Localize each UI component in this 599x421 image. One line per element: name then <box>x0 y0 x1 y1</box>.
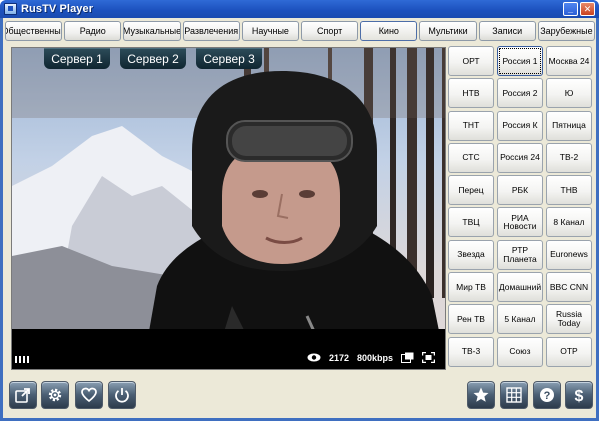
power-button[interactable] <box>108 381 136 409</box>
channel-button[interactable]: Москва 24 <box>546 46 592 76</box>
donate-button[interactable]: $ <box>565 381 593 409</box>
channel-button[interactable]: НТВ <box>448 78 494 109</box>
channel-button[interactable]: Мир ТВ <box>448 272 494 303</box>
channel-button[interactable]: ТНТ <box>448 110 494 141</box>
channel-button[interactable]: Россия 2 <box>497 78 543 109</box>
channel-grid: ОРТ Россия 1 Москва 24 НТВ Россия 2 Ю ТНТ Росси… <box>448 46 594 371</box>
channel-button[interactable]: 5 Канал <box>497 304 543 335</box>
help-button[interactable]: ? <box>533 381 561 409</box>
app-icon <box>4 3 17 15</box>
channel-button[interactable]: Euronews <box>546 239 592 270</box>
share-icon <box>15 388 30 403</box>
channel-button[interactable]: Пятница <box>546 110 592 141</box>
channel-button[interactable]: Ю <box>546 78 592 109</box>
channel-button[interactable]: РИА Новости <box>497 207 543 238</box>
channel-button[interactable]: ТВ-2 <box>546 142 592 173</box>
channel-button[interactable]: Звезда <box>448 239 494 270</box>
server-tab-3[interactable]: Сервер 3 <box>196 48 262 69</box>
category-tab[interactable]: Кино <box>360 21 418 41</box>
channel-button[interactable]: ОТР <box>546 336 592 367</box>
category-tab[interactable]: Развлечения <box>182 21 240 41</box>
close-button[interactable]: ✕ <box>580 2 595 16</box>
grid-icon <box>506 387 522 403</box>
minimize-button[interactable]: _ <box>563 2 578 16</box>
server-tab-2[interactable]: Сервер 2 <box>120 48 186 69</box>
channel-button[interactable]: 8 Канал <box>546 207 592 238</box>
server-tabs: Сервер 1 Сервер 2 Сервер 3 <box>44 48 262 69</box>
category-tab[interactable]: Радио <box>64 21 122 41</box>
client-area: ОбщественныеРадиоМузыкальныеРазвлеченияН… <box>3 18 596 418</box>
channel-button[interactable]: ОРТ <box>448 46 494 76</box>
channel-button[interactable]: Russia Today <box>546 304 592 335</box>
bookmarks-button[interactable] <box>467 381 495 409</box>
help-icon: ? <box>540 388 554 402</box>
bitrate: 800kbps <box>356 352 393 363</box>
category-tab[interactable]: Научные <box>241 21 300 41</box>
bottom-toolbar: ? $ <box>3 374 596 418</box>
title-bar[interactable]: RusTV Player _ ✕ <box>0 0 599 18</box>
category-tab[interactable]: Общественные <box>5 21 63 41</box>
dollar-icon: $ <box>575 388 584 404</box>
settings-button[interactable] <box>41 381 69 409</box>
channel-button[interactable]: BBC CNN <box>546 272 592 303</box>
category-tab[interactable]: Мультики <box>419 21 477 41</box>
channel-button[interactable]: Россия 1 <box>497 46 543 76</box>
app-window: RusTV Player _ ✕ ОбщественныеРадиоМузыка… <box>0 0 599 421</box>
heart-icon <box>81 387 97 403</box>
pip-icon[interactable] <box>401 352 414 363</box>
fullscreen-icon[interactable] <box>422 352 435 363</box>
eye-icon <box>307 353 321 362</box>
category-tab[interactable]: Музыкальные <box>123 21 181 41</box>
category-tabs: ОбщественныеРадиоМузыкальныеРазвлеченияН… <box>5 21 596 41</box>
channel-grid-button[interactable] <box>500 381 528 409</box>
star-icon <box>473 387 489 402</box>
svg-text:?: ? <box>544 390 551 402</box>
channel-button[interactable]: Россия К <box>497 110 543 141</box>
channel-button[interactable]: Союз <box>497 336 543 367</box>
channel-button[interactable]: СТС <box>448 142 494 173</box>
channel-button[interactable]: ТВЦ <box>448 207 494 238</box>
settings-gear-icon <box>48 388 62 402</box>
video-person <box>142 71 445 369</box>
channel-button[interactable]: РТР Планета <box>497 239 543 270</box>
category-tab[interactable]: Записи <box>478 21 536 41</box>
category-tab[interactable]: Спорт <box>301 21 359 41</box>
svg-text:$: $ <box>575 388 584 404</box>
window-title: RusTV Player <box>21 3 94 15</box>
channel-button[interactable]: Домашний <box>497 272 543 303</box>
category-tab[interactable]: Зарубежные <box>537 21 596 41</box>
channel-button[interactable]: Россия 24 <box>497 142 543 173</box>
favorites-button[interactable] <box>75 381 103 409</box>
channel-button[interactable]: ТВ-3 <box>448 336 494 367</box>
player-stats: 2172 800kbps <box>307 352 435 363</box>
server-tab-1[interactable]: Сервер 1 <box>44 48 110 69</box>
share-button[interactable] <box>9 381 37 409</box>
channel-button[interactable]: ТНВ <box>546 175 592 206</box>
power-icon <box>115 388 129 403</box>
volume-indicator[interactable] <box>15 356 29 363</box>
video-player[interactable]: Сервер 1 Сервер 2 Сервер 3 2172 800kbps <box>11 47 446 370</box>
viewer-count: 2172 <box>328 352 349 363</box>
channel-button[interactable]: РБК <box>497 175 543 206</box>
channel-button[interactable]: Перец <box>448 175 494 206</box>
player-controls: 2172 800kbps <box>12 329 445 369</box>
channel-button[interactable]: Рен ТВ <box>448 304 494 335</box>
